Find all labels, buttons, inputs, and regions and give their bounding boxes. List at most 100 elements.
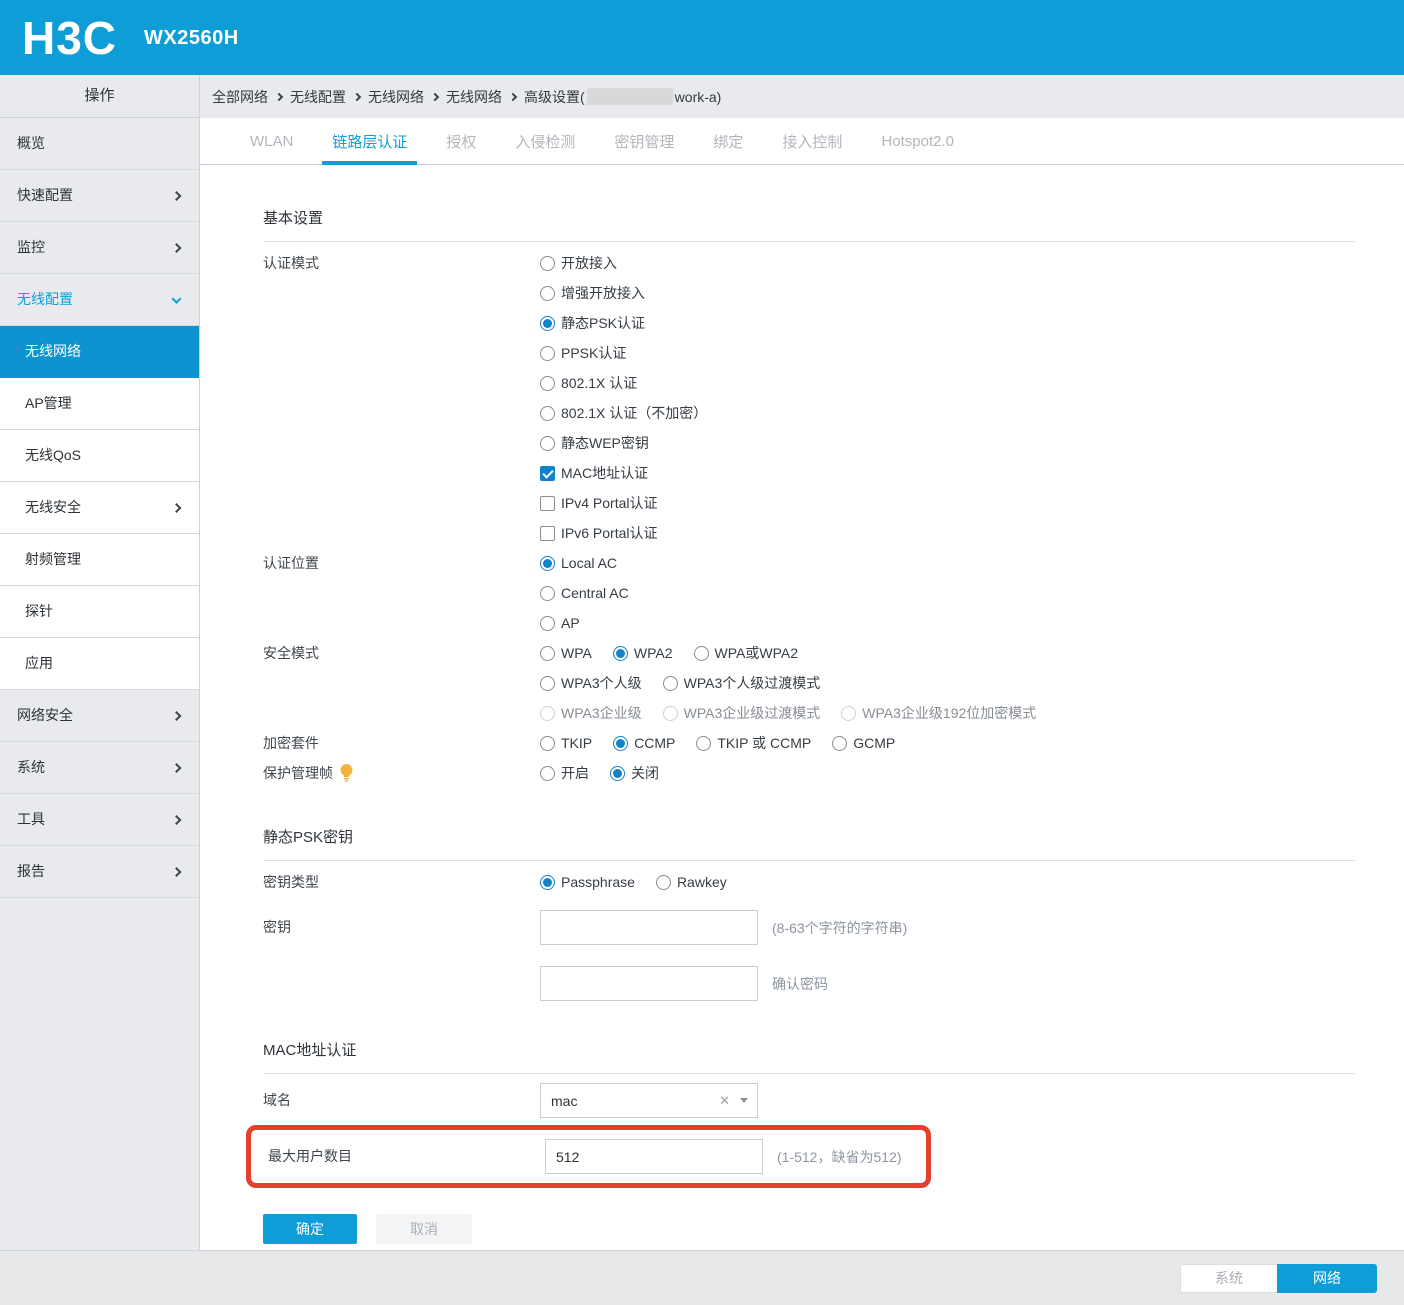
sidebar-item-monitoring[interactable]: 监控 [0,222,199,274]
radio-wpa2[interactable]: WPA2 [612,638,673,668]
radio-gcmp[interactable]: GCMP [832,728,895,758]
radio-central-ac[interactable]: Central AC [540,578,1356,608]
app-window: H3C WX2560H 操作 概览 快速配置 监控 无线配置 无线网络 AP管理… [0,0,1404,1305]
radio-tkip-or-ccmp[interactable]: TKIP 或 CCMP [696,728,811,758]
domain-select-value: mac [551,1092,578,1109]
page-footer: 系统 网络 [0,1250,1404,1305]
radio-ppsk-auth[interactable]: PPSK认证 [540,338,1356,368]
radio-pmf-on[interactable]: 开启 [540,758,589,788]
dropdown-arrow-icon [740,1098,748,1103]
radio-ccmp[interactable]: CCMP [613,728,675,758]
radio-icon [540,765,555,781]
checkbox-ipv4-portal-auth[interactable]: IPv4 Portal认证 [540,488,1356,518]
radio-icon [540,675,555,691]
radio-icon [540,585,555,601]
sidebar-item-wireless-config[interactable]: 无线配置 [0,274,199,326]
radio-icon [540,645,555,661]
main-panel: 全部网络 无线配置 无线网络 无线网络 高级设置(work-a) WLAN 链路… [200,75,1404,1250]
tab-hotspot20[interactable]: Hotspot2.0 [878,118,957,164]
breadcrumb-item[interactable]: 无线网络 [368,87,424,107]
radio-wpa3-enterprise-192bit: WPA3企业级192位加密模式 [841,698,1036,728]
breadcrumb-item[interactable]: 无线网络 [446,87,502,107]
radio-pmf-off[interactable]: 关闭 [610,758,659,788]
checkbox-icon [540,525,555,541]
max-users-input[interactable] [545,1139,763,1174]
radio-8021x-auth-no-encrypt[interactable]: 802.1X 认证（不加密） [540,398,1356,428]
breadcrumb-current: 高级设置(work-a) [524,88,722,105]
radio-enhanced-open-access[interactable]: 增强开放接入 [540,278,1356,308]
radio-wpa-or-wpa2[interactable]: WPA或WPA2 [693,638,798,668]
key-label: 密钥 [263,919,291,935]
tab-key-management[interactable]: 密钥管理 [611,118,677,164]
sidebar-item-system[interactable]: 系统 [0,742,199,794]
radio-open-access[interactable]: 开放接入 [540,248,1356,278]
network-view-button[interactable]: 网络 [1277,1263,1377,1293]
chevron-right-icon [171,242,182,253]
checkbox-mac-auth[interactable]: MAC地址认证 [540,458,1356,488]
radio-icon [540,735,555,751]
breadcrumb-item[interactable]: 无线配置 [290,87,346,107]
sidebar-item-rf-management[interactable]: 射频管理 [0,534,199,586]
max-users-hint: (1-512，缺省为512) [777,1148,902,1165]
psk-key-input[interactable] [540,910,758,945]
radio-local-ac[interactable]: Local AC [540,548,1356,578]
cancel-button[interactable]: 取消 [376,1214,472,1244]
tab-access-control[interactable]: 接入控制 [779,118,845,164]
auth-location-label: 认证位置 [263,555,319,571]
radio-wpa3-enterprise-transition: WPA3企业级过渡模式 [662,698,820,728]
cipher-suite-label: 加密套件 [263,735,319,751]
breadcrumb-item[interactable]: 全部网络 [212,87,268,107]
tab-authorization[interactable]: 授权 [443,118,479,164]
chevron-right-icon [171,190,182,201]
sidebar-item-report[interactable]: 报告 [0,846,199,898]
radio-checked-icon [612,645,628,661]
sidebar-item-wireless-qos[interactable]: 无线QoS [0,430,199,482]
radio-tkip[interactable]: TKIP [540,728,592,758]
domain-select[interactable]: mac ✕ [540,1083,758,1118]
radio-wpa3-enterprise: WPA3企业级 [540,698,642,728]
sidebar: 操作 概览 快速配置 监控 无线配置 无线网络 AP管理 无线QoS 无线安全 … [0,75,200,1250]
radio-wpa3-personal[interactable]: WPA3个人级 [540,668,642,698]
radio-icon [540,435,555,451]
sidebar-item-wireless-network[interactable]: 无线网络 [0,326,199,378]
security-mode-label: 安全模式 [263,645,319,661]
radio-disabled-icon [662,705,678,721]
tab-binding[interactable]: 绑定 [710,118,746,164]
checkbox-icon [540,495,555,511]
checkbox-checked-icon [540,465,555,481]
radio-checked-icon [610,765,625,781]
radio-icon [662,675,678,691]
radio-8021x-auth[interactable]: 802.1X 认证 [540,368,1356,398]
tab-intrusion-detection[interactable]: 入侵检测 [512,118,578,164]
psk-key-confirm-input[interactable] [540,966,758,1001]
radio-icon [540,615,555,631]
sidebar-item-network-security[interactable]: 网络安全 [0,690,199,742]
radio-checked-icon [540,555,555,571]
device-model: WX2560H [144,27,239,49]
radio-wpa[interactable]: WPA [540,638,592,668]
clear-icon[interactable]: ✕ [719,1094,730,1107]
tab-wlan[interactable]: WLAN [247,118,296,164]
sidebar-item-application[interactable]: 应用 [0,638,199,690]
sidebar-item-overview[interactable]: 概览 [0,118,199,170]
radio-static-wep-key[interactable]: 静态WEP密钥 [540,428,1356,458]
sidebar-item-probe[interactable]: 探针 [0,586,199,638]
radio-rawkey[interactable]: Rawkey [655,867,727,897]
radio-disabled-icon [841,705,857,721]
sidebar-item-quick-config[interactable]: 快速配置 [0,170,199,222]
form-content: 基本设置 认证模式 开放接入 增强开放接入 静态PSK认证 PPSK认证 802… [200,165,1404,1250]
radio-static-psk-auth[interactable]: 静态PSK认证 [540,308,1356,338]
sidebar-item-tools[interactable]: 工具 [0,794,199,846]
radio-wpa3-personal-transition[interactable]: WPA3个人级过渡模式 [662,668,820,698]
pmf-label: 保护管理帧 [263,758,540,788]
sidebar-item-wireless-security[interactable]: 无线安全 [0,482,199,534]
section-divider [263,860,1356,861]
system-view-button[interactable]: 系统 [1180,1263,1277,1293]
radio-passphrase[interactable]: Passphrase [540,867,635,897]
ok-button[interactable]: 确定 [263,1214,357,1244]
tab-link-layer-auth[interactable]: 链路层认证 [322,118,418,165]
sidebar-item-ap-management[interactable]: AP管理 [0,378,199,430]
checkbox-ipv6-portal-auth[interactable]: IPv6 Portal认证 [540,518,1356,548]
annotation-highlight-box: 最大用户数目 (1-512，缺省为512) [246,1125,931,1188]
radio-ap[interactable]: AP [540,608,1356,638]
